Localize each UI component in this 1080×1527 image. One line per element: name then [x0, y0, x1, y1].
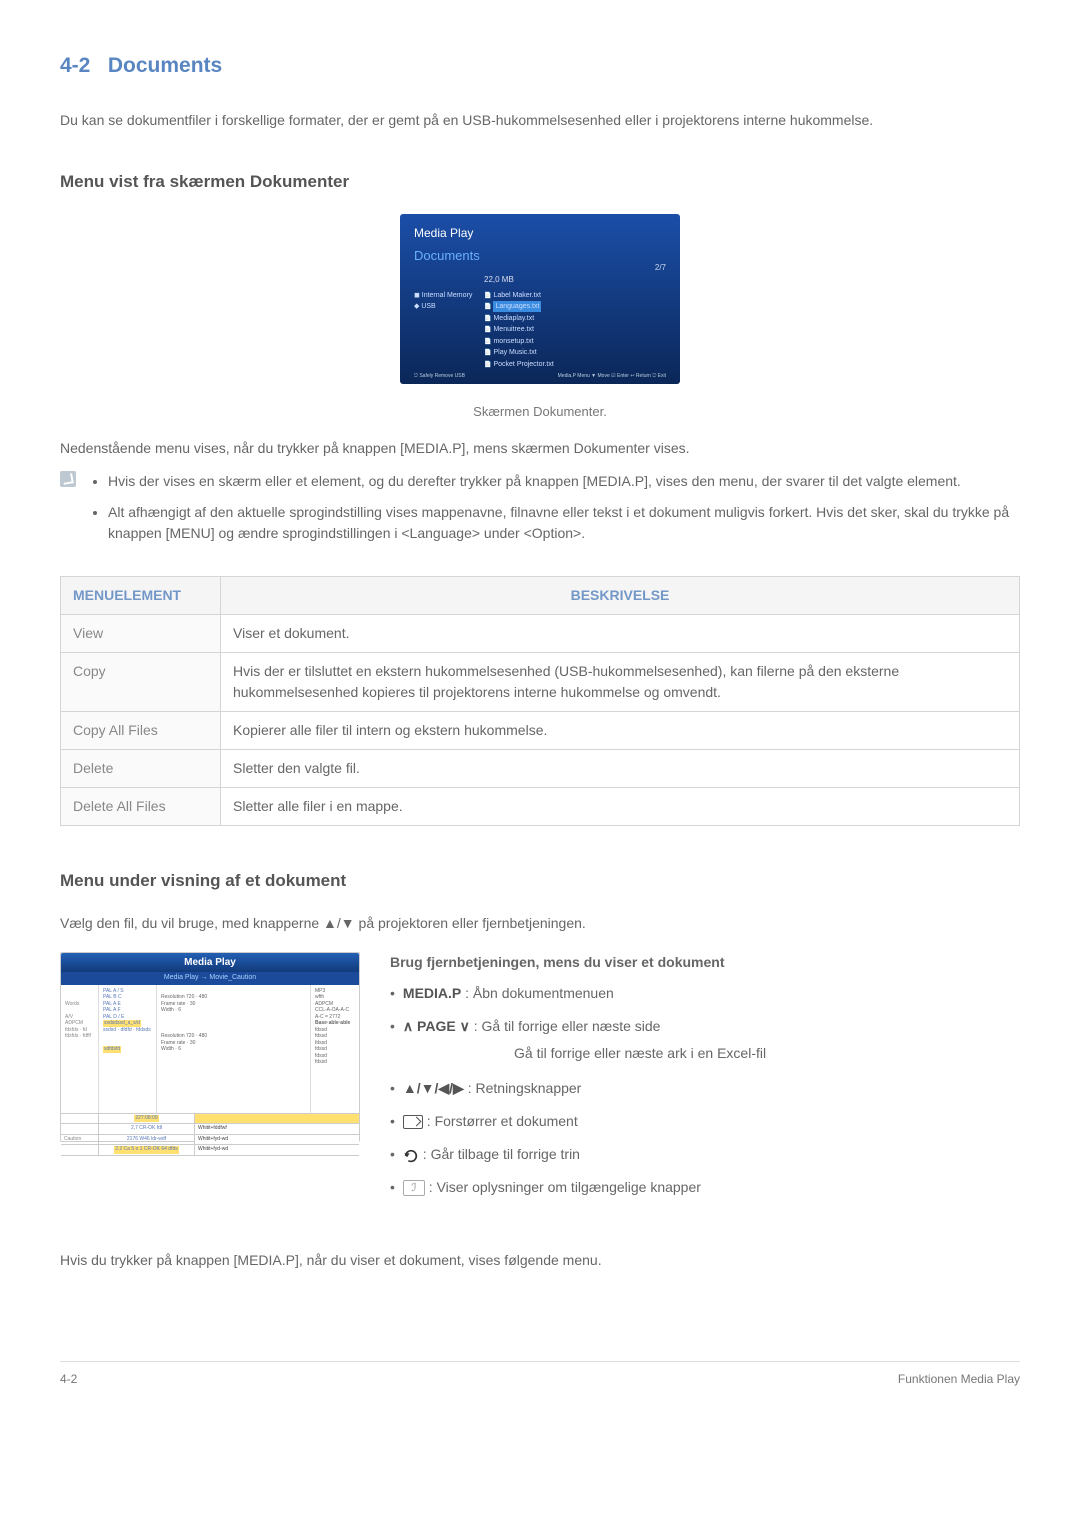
- bullet-item: Alt afhængigt af den aktuelle sprogindst…: [108, 502, 1020, 544]
- zoom-icon: [403, 1115, 423, 1129]
- figure-caption: Skærmen Dokumenter.: [60, 402, 1020, 422]
- dv-footer: 227:08:09 2,7 CR-OK fdlWhitit+fddfwf Cau…: [61, 1113, 359, 1156]
- mp-file: Menuitree.txt: [484, 324, 553, 336]
- remote-item: ℐ : Viser oplysninger om tilgængelige kn…: [390, 1177, 1020, 1198]
- mp-source-item: ◆ USB: [414, 301, 472, 312]
- subsection-intro: Vælg den fil, du vil bruge, med knappern…: [60, 913, 1020, 934]
- subsection-title-2: Menu under visning af et dokument: [60, 868, 1020, 894]
- subsection-title-1: Menu vist fra skærmen Dokumenter: [60, 169, 1020, 195]
- mp-file: Play Music.txt: [484, 347, 553, 359]
- menu-table: MENUELEMENT BESKRIVELSE ViewViser et dok…: [60, 576, 1020, 826]
- dv-breadcrumb: Media Play → Movie_Caution: [61, 972, 359, 985]
- mp-file-highlighted: Languages.txt: [484, 301, 553, 313]
- menu-item-name: Delete: [61, 749, 221, 787]
- remote-subtext: Gå til forrige eller næste ark i en Exce…: [514, 1043, 1020, 1064]
- intro-text: Du kan se dokumentfiler i forskellige fo…: [60, 110, 1020, 131]
- mp-file: monsetup.txt: [484, 336, 553, 348]
- note-bullets: Hvis der vises en skærm eller et element…: [90, 471, 1020, 554]
- mp-section: Documents: [414, 246, 666, 266]
- menu-item-desc: Sletter alle filer i en mappe.: [221, 787, 1020, 825]
- table-row: Delete All FilesSletter alle filer i en …: [61, 787, 1020, 825]
- media-play-screenshot: Media Play Documents 22,0 MB 2/7 ◼ Inter…: [400, 214, 680, 384]
- dv-col3: Resolution 720 · 480Frame rate · 30Width…: [157, 985, 311, 1113]
- section-title: 4-2 Documents: [60, 50, 1020, 82]
- remote-list-2: ▲/▼/◀/▶ : Retningsknapper : Forstørrer e…: [390, 1078, 1020, 1198]
- help-icon: ℐ: [403, 1180, 425, 1196]
- mp-footer-left: ⎋ Safely Remove USB: [414, 373, 465, 381]
- bullet-item: Hvis der vises en skærm eller et element…: [108, 471, 1020, 492]
- dv-col4: MP3wfthADPCMCCL-A-OA-A-CA-C = 2772Base·a…: [311, 985, 359, 1113]
- dv-col1: WordsA/VADPCMfdsfds · fdfdsfds · fdflf: [61, 985, 99, 1113]
- remote-item: MEDIA.P : Åbn dokumentmenuen: [390, 983, 1020, 1004]
- note-icon: [60, 471, 76, 487]
- section-number: 4-2: [60, 54, 90, 77]
- remote-title: Brug fjernbetjeningen, mens du viser et …: [390, 952, 1020, 973]
- table-row: DeleteSletter den valgte fil.: [61, 749, 1020, 787]
- mp-file: Mediaplay.txt: [484, 313, 553, 325]
- table-row: CopyHvis der er tilsluttet en ekstern hu…: [61, 652, 1020, 711]
- menu-item-name: Copy All Files: [61, 711, 221, 749]
- mp-size: 22,0 MB: [484, 274, 666, 286]
- menu-item-name: Copy: [61, 652, 221, 711]
- menu-item-desc: Viser et dokument.: [221, 614, 1020, 652]
- mp-page: 2/7: [655, 262, 666, 274]
- mp-file: Label Maker.txt: [484, 290, 553, 302]
- th-menu-element: MENUELEMENT: [61, 576, 221, 614]
- mp-file-list: Label Maker.txt Languages.txt Mediaplay.…: [484, 290, 553, 371]
- remote-item: ▲/▼/◀/▶ : Retningsknapper: [390, 1078, 1020, 1099]
- paragraph: Nedenstående menu vises, når du trykker …: [60, 438, 1020, 459]
- remote-list: MEDIA.P : Åbn dokumentmenuen ∧ PAGE ∨ : …: [390, 983, 1020, 1037]
- table-row: Copy All FilesKopierer alle filer til in…: [61, 711, 1020, 749]
- mp-footer-right: Media.P Menu ▼ Move ☑ Enter ↩ Return ⎋ E…: [558, 373, 666, 381]
- table-row: ViewViser et dokument.: [61, 614, 1020, 652]
- footer-right: Funktionen Media Play: [898, 1370, 1020, 1388]
- mp-source-item: ◼ Internal Memory: [414, 290, 472, 301]
- remote-item: : Går tilbage til forrige trin: [390, 1144, 1020, 1165]
- mp-sources: ◼ Internal Memory ◆ USB: [414, 290, 472, 371]
- th-description: BESKRIVELSE: [221, 576, 1020, 614]
- menu-item-desc: Hvis der er tilsluttet en ekstern hukomm…: [221, 652, 1020, 711]
- menu-item-name: View: [61, 614, 221, 652]
- dv-col2: PAL A / SPAL B CPAL A EPAL A FPAL D / Es…: [99, 985, 157, 1113]
- figure-documents-screen: Media Play Documents 22,0 MB 2/7 ◼ Inter…: [60, 214, 1020, 422]
- bottom-paragraph: Hvis du trykker på knappen [MEDIA.P], nå…: [60, 1250, 1020, 1271]
- mp-title: Media Play: [414, 224, 666, 242]
- document-view-screenshot: Media Play Media Play → Movie_Caution Wo…: [60, 952, 360, 1142]
- page-footer: 4-2 Funktionen Media Play: [60, 1361, 1020, 1388]
- footer-left: 4-2: [60, 1370, 77, 1388]
- remote-item: : Forstørrer et dokument: [390, 1111, 1020, 1132]
- mp-file: Pocket Projector.txt: [484, 359, 553, 371]
- dv-title: Media Play: [61, 953, 359, 972]
- menu-item-desc: Sletter den valgte fil.: [221, 749, 1020, 787]
- section-name: Documents: [108, 54, 222, 77]
- undo-icon: [403, 1148, 419, 1162]
- menu-item-name: Delete All Files: [61, 787, 221, 825]
- remote-item: ∧ PAGE ∨ : Gå til forrige eller næste si…: [390, 1016, 1020, 1037]
- menu-item-desc: Kopierer alle filer til intern og ekster…: [221, 711, 1020, 749]
